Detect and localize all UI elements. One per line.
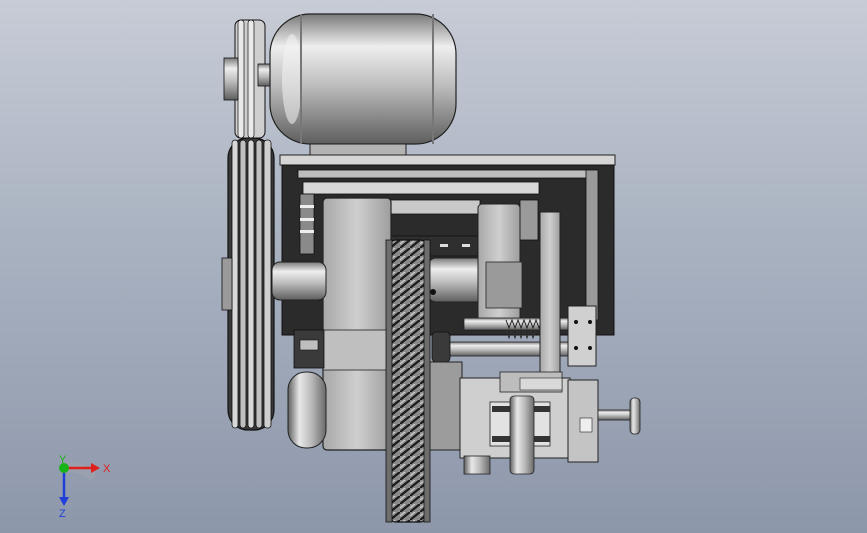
x-axis-arrow [91,463,100,473]
cad-viewport[interactable]: X Y Z [0,0,867,533]
y-axis-label: Y [59,454,67,466]
electric-motor[interactable] [269,13,457,163]
z-axis-label: Z [59,508,66,520]
v-belt-pulley[interactable] [221,137,275,431]
input-shaft[interactable] [271,261,327,301]
helical-gear[interactable] [385,239,431,523]
x-axis-label: X [103,463,111,475]
bearing-block[interactable] [477,203,523,325]
handwheel[interactable] [597,397,641,435]
motor-pulley[interactable] [223,19,273,139]
machine-assembly-model[interactable]: X Y Z [0,0,867,533]
z-axis-arrow [59,497,69,506]
orientation-triad: X Y Z [59,454,111,520]
